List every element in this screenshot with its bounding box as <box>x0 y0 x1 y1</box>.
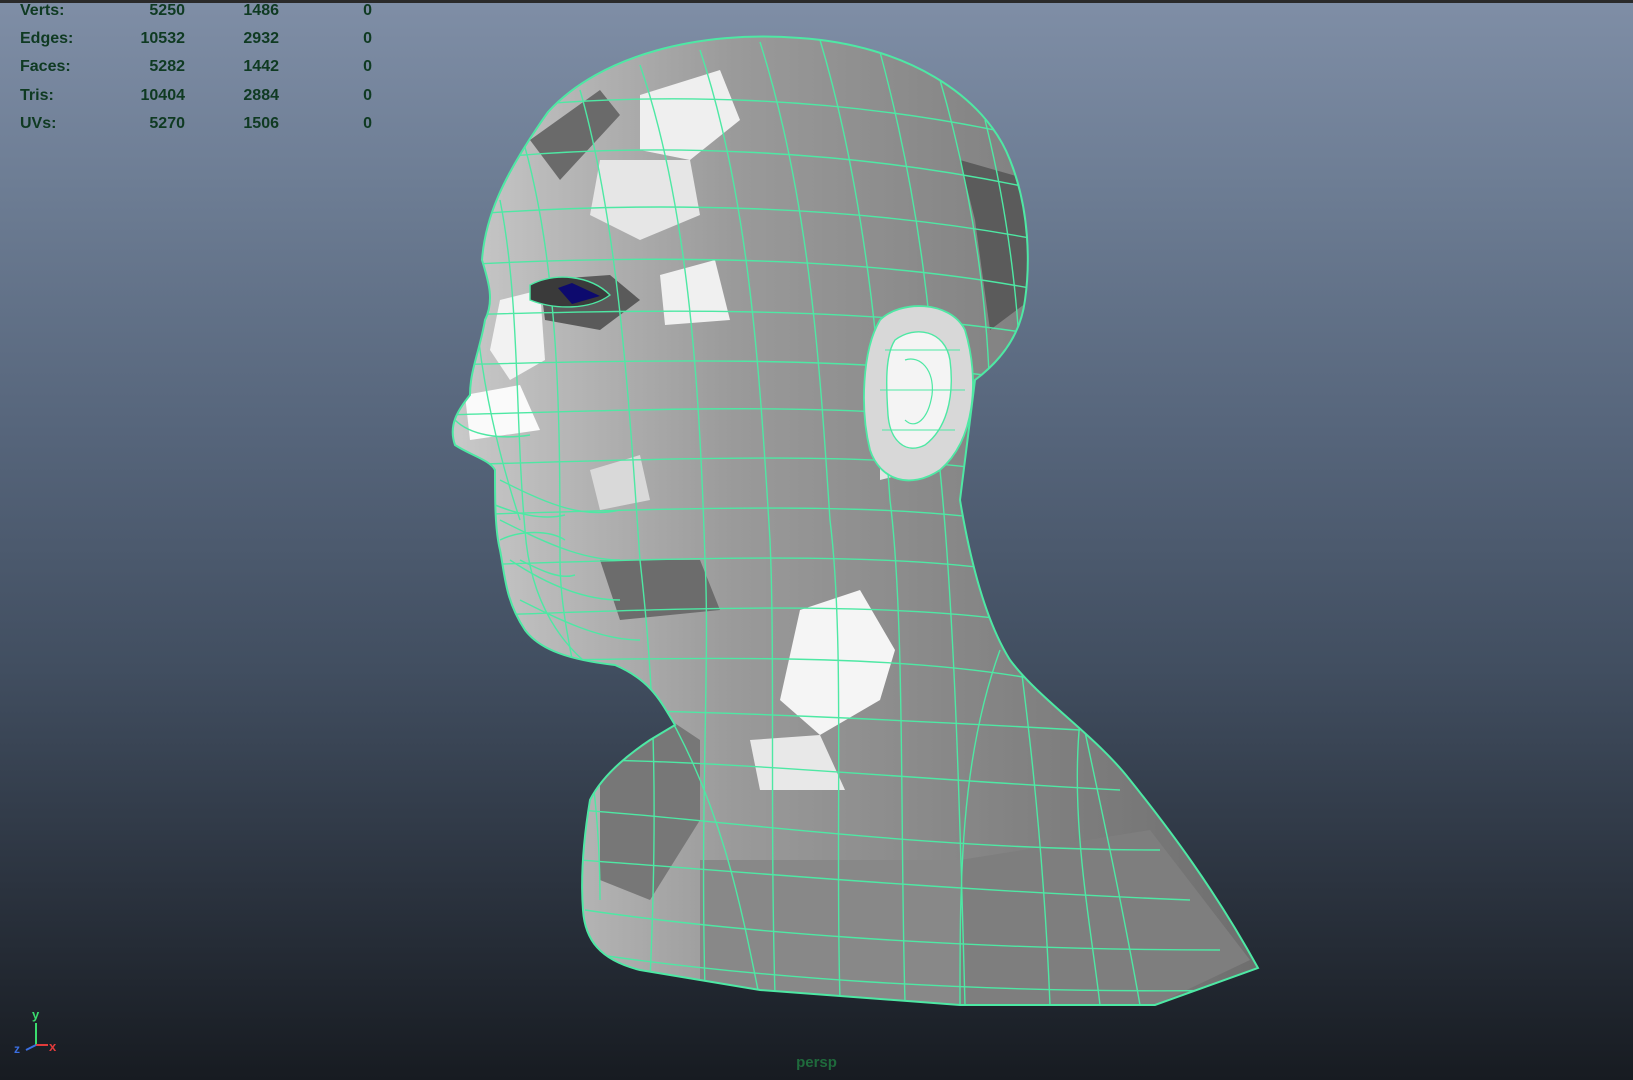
axis-y-label: y <box>32 1007 40 1022</box>
axis-x-label: x <box>49 1039 57 1054</box>
view-axis-gizmo: y z x <box>8 1005 58 1056</box>
head-mesh[interactable] <box>0 0 1633 1080</box>
axis-icon: y z x <box>14 1007 57 1056</box>
camera-name-label: persp <box>796 1054 837 1071</box>
maya-perspective-viewport[interactable]: Verts: 5250 1486 0 Edges: 10532 2932 0 F… <box>0 0 1633 1080</box>
